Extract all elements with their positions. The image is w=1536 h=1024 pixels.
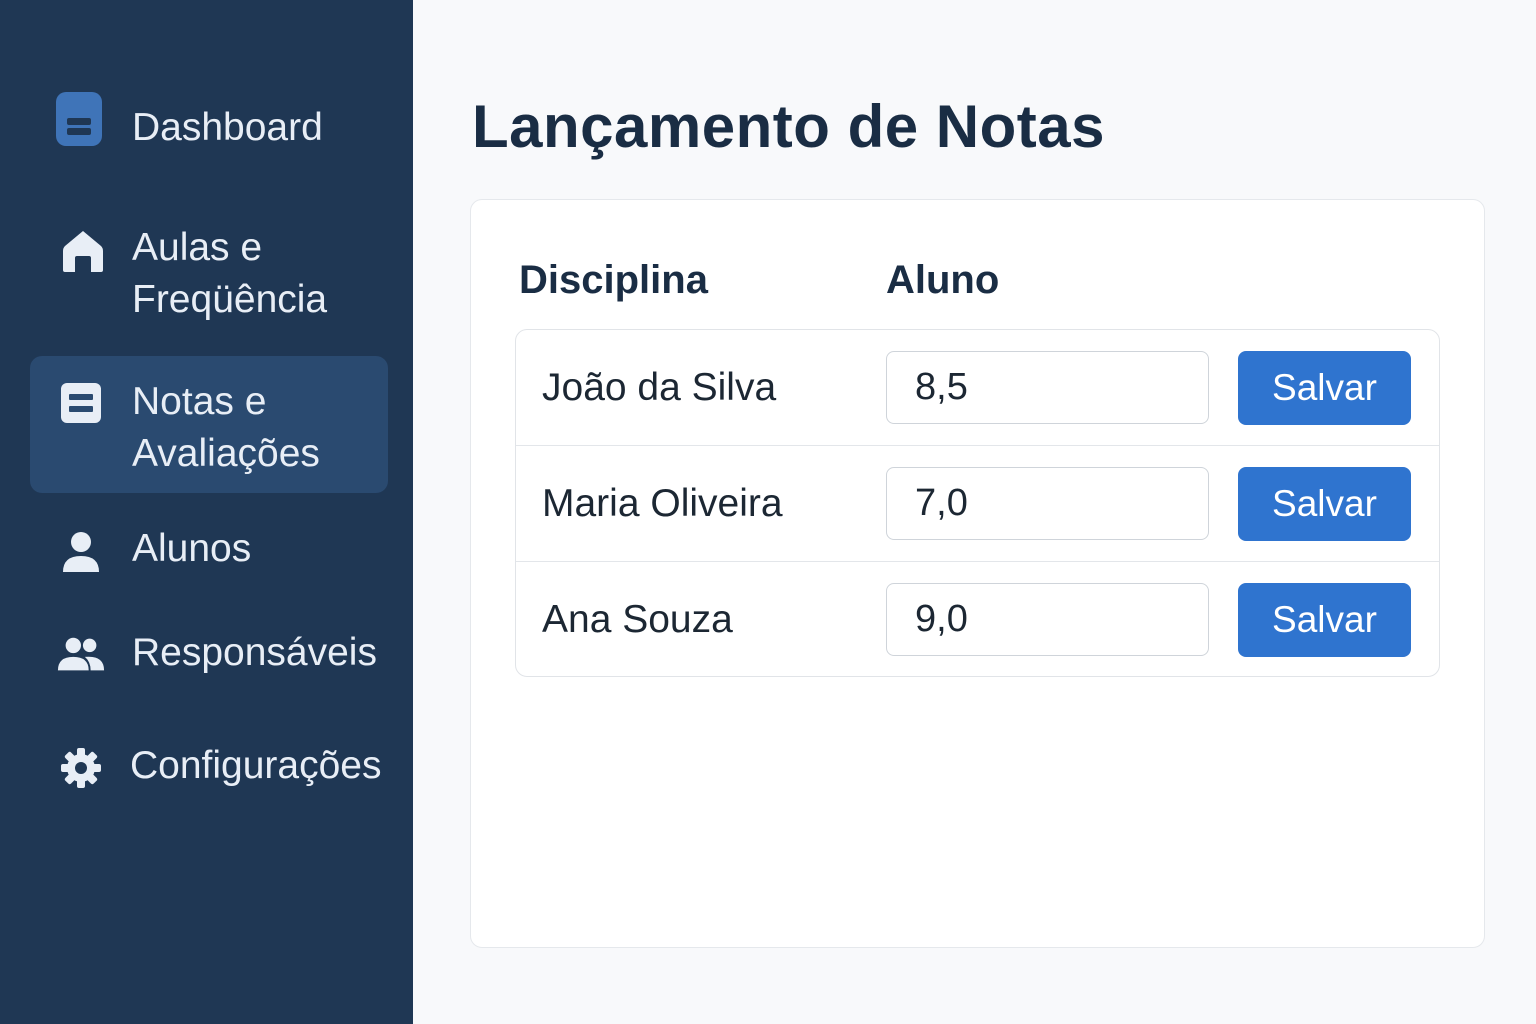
- gear-icon: [56, 743, 106, 793]
- student-name: Ana Souza: [542, 598, 733, 641]
- grade-input[interactable]: [886, 351, 1209, 424]
- sidebar: Dashboard Aulas e Freqüência Notas e Ava…: [0, 0, 413, 1024]
- sidebar-item-alunos[interactable]: Alunos: [30, 520, 388, 580]
- user-icon: [56, 526, 106, 576]
- table-row: Maria Oliveira Salvar: [516, 445, 1439, 560]
- column-header-disciplina: Disciplina: [519, 258, 708, 302]
- sidebar-item-aulas[interactable]: Aulas e Freqüência: [30, 220, 388, 330]
- grade-input[interactable]: [886, 583, 1209, 656]
- page-title: Lançamento de Notas: [472, 93, 1105, 160]
- save-button[interactable]: Salvar: [1238, 583, 1411, 657]
- table-row: Ana Souza Salvar: [516, 561, 1439, 676]
- save-button[interactable]: Salvar: [1238, 467, 1411, 541]
- users-icon: [56, 630, 106, 680]
- sidebar-item-label: Responsáveis: [132, 631, 377, 674]
- student-name: Maria Oliveira: [542, 482, 783, 525]
- sidebar-item-label: Alunos: [132, 527, 252, 570]
- sidebar-item-dashboard[interactable]: Dashboard: [30, 88, 388, 168]
- sidebar-item-label: Dashboard: [132, 106, 323, 149]
- table-row: João da Silva Salvar: [516, 330, 1439, 445]
- database-icon: [54, 92, 104, 146]
- grades-table: João da Silva Salvar Maria Oliveira Salv…: [515, 329, 1440, 677]
- grade-input[interactable]: [886, 467, 1209, 540]
- student-name: João da Silva: [542, 366, 777, 409]
- sidebar-item-label: Aulas e Freqüência: [132, 226, 328, 321]
- sidebar-item-configuracoes[interactable]: Configurações: [30, 738, 388, 798]
- sidebar-item-responsaveis[interactable]: Responsáveis: [30, 624, 388, 684]
- sidebar-item-label: Configurações: [130, 744, 382, 787]
- sidebar-item-label: Notas e Avaliações: [132, 380, 320, 475]
- column-header-aluno: Aluno: [886, 258, 1000, 302]
- home-icon: [58, 226, 108, 276]
- list-document-icon: [56, 378, 106, 428]
- save-button[interactable]: Salvar: [1238, 351, 1411, 425]
- sidebar-item-notas[interactable]: Notas e Avaliações: [30, 356, 388, 493]
